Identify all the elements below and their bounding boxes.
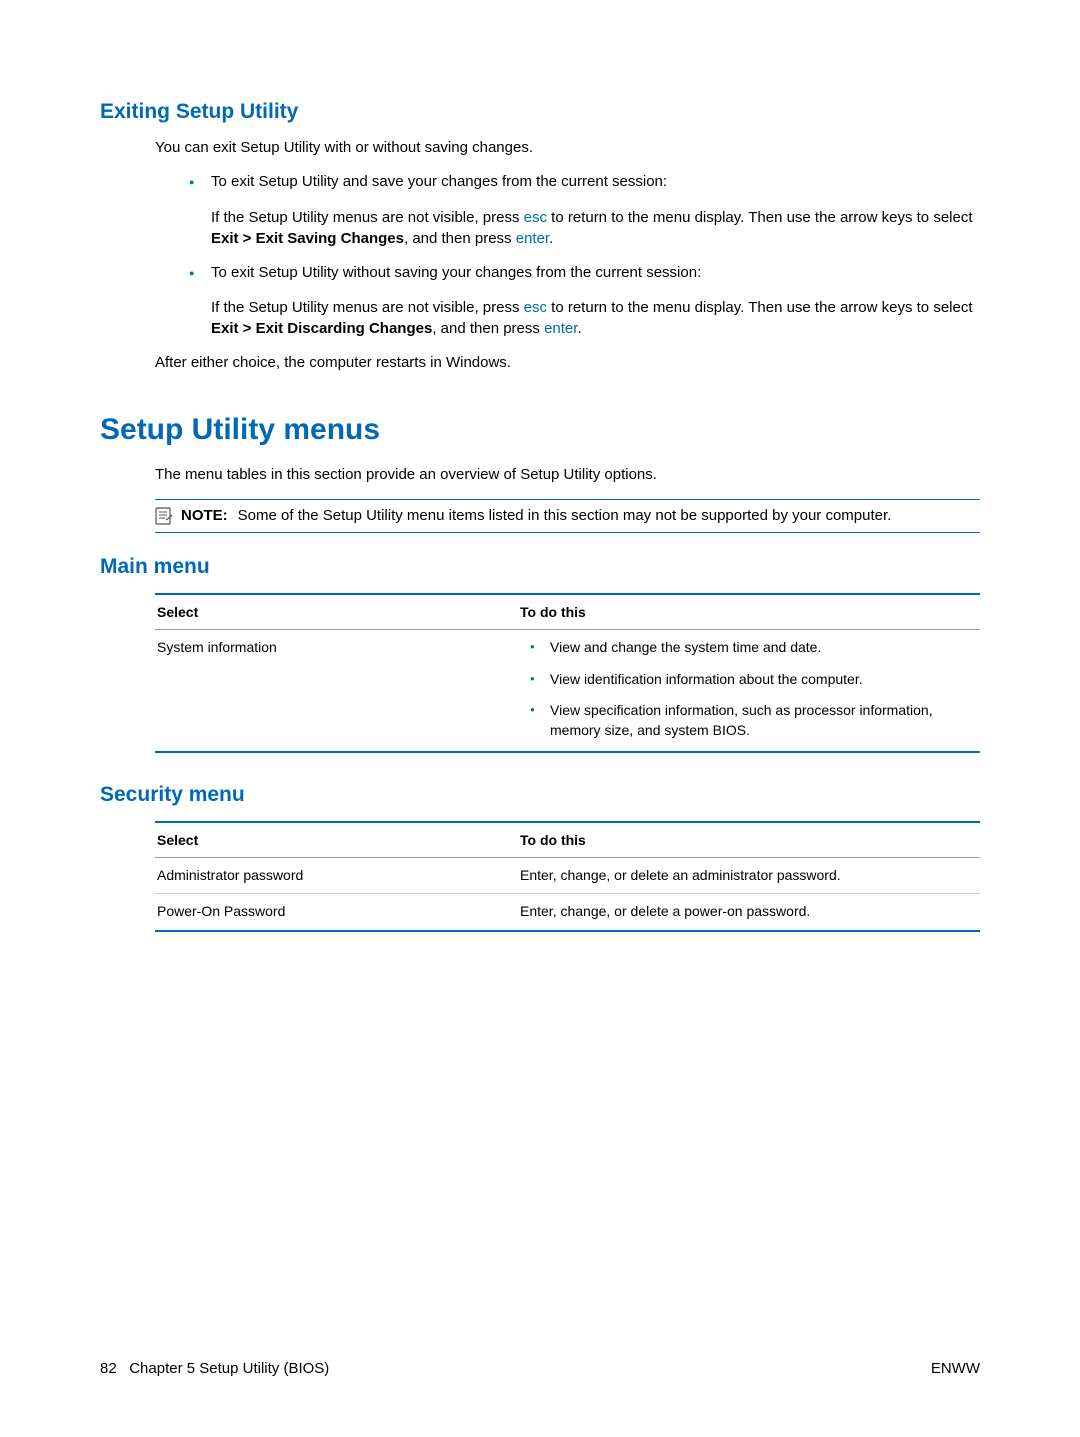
table-cell-todo: Enter, change, or delete an administrato…	[518, 857, 980, 894]
table-header-select: Select	[155, 594, 518, 630]
menu-path-bold: Exit > Exit Discarding Changes	[211, 320, 432, 337]
table-cell-todo: Enter, change, or delete a power-on pass…	[518, 894, 980, 931]
paragraph: You can exit Setup Utility with or witho…	[155, 138, 980, 158]
table-header-todo: To do this	[518, 822, 980, 858]
heading-exiting-setup-utility: Exiting Setup Utility	[100, 100, 980, 124]
table-row: System information View and change the s…	[155, 630, 980, 752]
table-header-todo: To do this	[518, 594, 980, 630]
key-esc: esc	[524, 299, 547, 316]
list-item-text: To exit Setup Utility and save your chan…	[211, 173, 667, 190]
table-row: Administrator password Enter, change, or…	[155, 857, 980, 894]
security-menu-table: Select To do this Administrator password…	[155, 821, 980, 932]
table-cell-select: System information	[155, 630, 518, 752]
list-item: To exit Setup Utility and save your chan…	[185, 172, 980, 192]
page-number: 82	[100, 1360, 117, 1377]
paragraph: If the Setup Utility menus are not visib…	[211, 297, 980, 339]
chapter-label: Chapter 5 Setup Utility (BIOS)	[129, 1360, 329, 1377]
note-text: Some of the Setup Utility menu items lis…	[238, 507, 892, 524]
text-fragment: to return to the menu display. Then use …	[547, 299, 973, 316]
key-enter: enter	[544, 320, 577, 337]
table-header-select: Select	[155, 822, 518, 858]
text-fragment: If the Setup Utility menus are not visib…	[211, 299, 524, 316]
paragraph: If the Setup Utility menus are not visib…	[211, 207, 980, 249]
text-fragment: , and then press	[404, 230, 516, 247]
list-item: View identification information about th…	[520, 670, 978, 690]
text-fragment: If the Setup Utility menus are not visib…	[211, 209, 524, 226]
paragraph: The menu tables in this section provide …	[155, 465, 980, 485]
paragraph: After either choice, the computer restar…	[155, 353, 980, 373]
table-cell-select: Power-On Password	[155, 894, 518, 931]
table-cell-todo: View and change the system time and date…	[518, 630, 980, 752]
table-row: Power-On Password Enter, change, or dele…	[155, 894, 980, 931]
text-fragment: .	[577, 320, 581, 337]
key-enter: enter	[516, 230, 549, 247]
list-item-text: To exit Setup Utility without saving you…	[211, 264, 701, 281]
heading-setup-utility-menus: Setup Utility menus	[100, 413, 980, 447]
text-fragment: .	[549, 230, 553, 247]
note-block: NOTE: Some of the Setup Utility menu item…	[155, 499, 980, 533]
list-item: To exit Setup Utility without saving you…	[185, 263, 980, 283]
key-esc: esc	[524, 209, 547, 226]
heading-main-menu: Main menu	[100, 555, 980, 579]
table-cell-select: Administrator password	[155, 857, 518, 894]
page-footer: 82 Chapter 5 Setup Utility (BIOS) ENWW	[100, 1360, 980, 1377]
list-item: View specification information, such as …	[520, 701, 978, 740]
list-item: View and change the system time and date…	[520, 638, 978, 658]
main-menu-table: Select To do this System information Vie…	[155, 593, 980, 752]
footer-right: ENWW	[931, 1360, 980, 1377]
note-label: NOTE:	[181, 507, 228, 524]
heading-security-menu: Security menu	[100, 783, 980, 807]
text-fragment: , and then press	[432, 320, 544, 337]
note-icon	[155, 505, 175, 526]
menu-path-bold: Exit > Exit Saving Changes	[211, 230, 404, 247]
text-fragment: to return to the menu display. Then use …	[547, 209, 973, 226]
